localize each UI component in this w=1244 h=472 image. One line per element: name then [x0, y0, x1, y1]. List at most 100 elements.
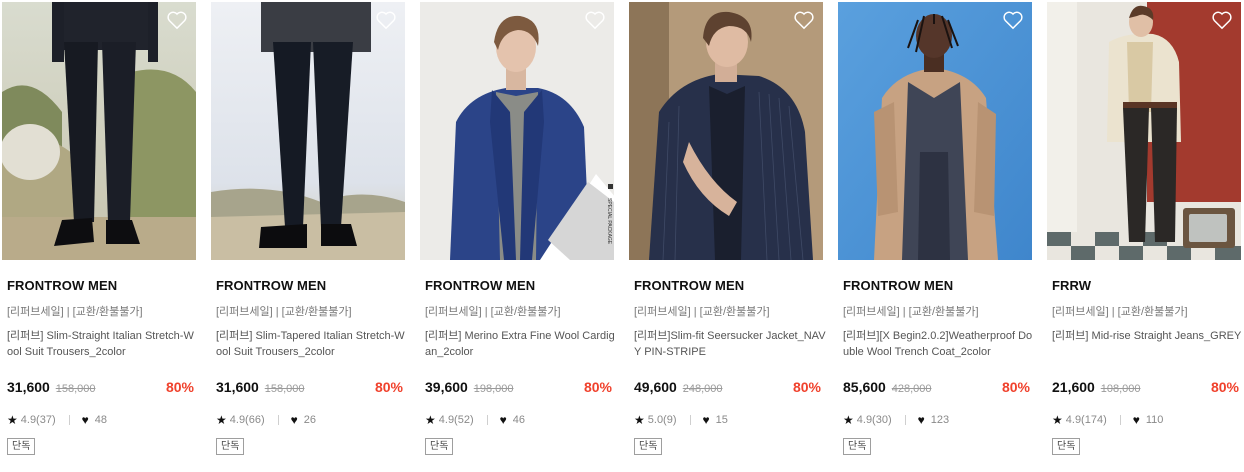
heart-filled-icon: ♥ — [1132, 413, 1140, 427]
discount-rate: 80% — [165, 379, 194, 395]
product-image[interactable]: SPECIAL PACKAGE — [420, 2, 614, 260]
product-stats: ★ 5.0(9) ♥ 15 — [634, 414, 728, 426]
product-image[interactable] — [629, 2, 823, 260]
rating: 5.0(9) — [647, 414, 677, 426]
price: 31,600 158,000 — [216, 379, 304, 395]
product-name[interactable]: [리퍼브] Slim-Tapered Italian Stretch-Wool … — [216, 328, 408, 362]
heart-filled-icon: ♥ — [702, 413, 710, 427]
product-stats: ★ 4.9(52) ♥ 46 — [425, 414, 525, 426]
sale-notice: [리퍼브세일] | [교환/환불불가] — [7, 306, 143, 318]
rating: 4.9(52) — [438, 414, 474, 426]
brand-name[interactable]: FRONTROW MEN — [843, 278, 953, 293]
star-icon: ★ — [216, 413, 227, 427]
divider — [689, 415, 691, 425]
exclusive-badge: 단독 — [634, 438, 663, 455]
star-icon: ★ — [634, 413, 645, 427]
like-count: 110 — [1145, 414, 1164, 426]
product-card[interactable]: FRONTROW MEN [리퍼브세일] | [교환/환불불가] [리퍼브]Sl… — [627, 0, 826, 472]
product-card[interactable]: FRONTROW MEN [리퍼브세일] | [교환/환불불가] [리퍼브] S… — [209, 0, 405, 472]
wishlist-heart-icon[interactable] — [584, 10, 606, 30]
brand-name[interactable]: FRONTROW MEN — [7, 278, 117, 293]
product-name[interactable]: [리퍼브] Mid-rise Straight Jeans_GREY — [1052, 328, 1244, 362]
heart-filled-icon: ♥ — [499, 413, 507, 427]
product-name[interactable]: [리퍼브][X Begin2.0.2]Weatherproof Double W… — [843, 328, 1035, 362]
star-icon: ★ — [1052, 413, 1063, 427]
wishlist-heart-icon[interactable] — [166, 10, 188, 30]
rating: 4.9(30) — [856, 414, 892, 426]
discount-rate: 80% — [583, 379, 612, 395]
exclusive-badge: 단독 — [843, 438, 872, 455]
star-icon: ★ — [843, 413, 854, 427]
product-card[interactable]: FRONTROW MEN [리퍼브세일] | [교환/환불불가] [리퍼브] S… — [0, 0, 196, 472]
like-count: 26 — [303, 414, 316, 426]
rating: 4.9(37) — [20, 414, 56, 426]
original-price: 158,000 — [264, 383, 305, 395]
product-image[interactable] — [2, 2, 196, 260]
product-image[interactable] — [838, 2, 1032, 260]
price: 39,600 198,000 — [425, 379, 513, 395]
product-image[interactable] — [1047, 2, 1241, 260]
sale-price: 31,600 — [216, 379, 259, 395]
original-price: 158,000 — [55, 383, 96, 395]
product-name[interactable]: [리퍼브] Merino Extra Fine Wool Cardigan_2c… — [425, 328, 617, 362]
sale-notice: [리퍼브세일] | [교환/환불불가] — [634, 306, 770, 318]
sale-notice: [리퍼브세일] | [교환/환불불가] — [425, 306, 561, 318]
sale-price: 31,600 — [7, 379, 50, 395]
rating: 4.9(174) — [1065, 414, 1107, 426]
price: 85,600 428,000 — [843, 379, 931, 395]
exclusive-badge: 단독 — [7, 438, 36, 455]
star-icon: ★ — [7, 413, 18, 427]
heart-filled-icon: ♥ — [917, 413, 925, 427]
sale-notice: [리퍼브세일] | [교환/환불불가] — [216, 306, 352, 318]
heart-filled-icon: ♥ — [290, 413, 298, 427]
discount-rate: 80% — [374, 379, 403, 395]
star-icon: ★ — [425, 413, 436, 427]
brand-name[interactable]: FRONTROW MEN — [634, 278, 744, 293]
wishlist-heart-icon[interactable] — [1211, 10, 1233, 30]
price: 49,600 248,000 — [634, 379, 722, 395]
sale-price: 49,600 — [634, 379, 677, 395]
product-stats: ★ 4.9(174) ♥ 110 — [1052, 414, 1163, 426]
brand-name[interactable]: FRONTROW MEN — [425, 278, 535, 293]
discount-rate: 80% — [1210, 379, 1239, 395]
like-count: 46 — [512, 414, 525, 426]
original-price: 428,000 — [891, 383, 932, 395]
product-card[interactable]: FRRW [리퍼브세일] | [교환/환불불가] [리퍼브] Mid-rise … — [1045, 0, 1241, 472]
wishlist-heart-icon[interactable] — [1002, 10, 1024, 30]
brand-name[interactable]: FRRW — [1052, 278, 1091, 293]
divider — [1119, 415, 1121, 425]
divider — [277, 415, 279, 425]
original-price: 248,000 — [682, 383, 723, 395]
original-price: 108,000 — [1100, 383, 1141, 395]
package-label: SPECIAL PACKAGE — [606, 198, 612, 245]
like-count: 123 — [930, 414, 950, 426]
product-name[interactable]: [리퍼브] Slim-Straight Italian Stretch-Wool… — [7, 328, 199, 362]
discount-rate: 80% — [1001, 379, 1030, 395]
product-card[interactable]: FRONTROW MEN [리퍼브세일] | [교환/환불불가] [리퍼브][X… — [836, 0, 1032, 472]
brand-name[interactable]: FRONTROW MEN — [216, 278, 326, 293]
wishlist-heart-icon[interactable] — [375, 10, 397, 30]
divider — [68, 415, 70, 425]
discount-rate: 80% — [792, 379, 821, 395]
exclusive-badge: 단독 — [216, 438, 245, 455]
sale-price: 21,600 — [1052, 379, 1095, 395]
sale-notice: [리퍼브세일] | [교환/환불불가] — [1052, 306, 1188, 318]
product-stats: ★ 4.9(30) ♥ 123 — [843, 414, 949, 426]
divider — [486, 415, 488, 425]
product-name[interactable]: [리퍼브]Slim-fit Seersucker Jacket_NAVY PIN… — [634, 328, 826, 362]
rating: 4.9(66) — [229, 414, 265, 426]
product-image[interactable] — [211, 2, 405, 260]
product-grid: FRONTROW MEN [리퍼브세일] | [교환/환불불가] [리퍼브] S… — [0, 0, 1244, 472]
product-stats: ★ 4.9(66) ♥ 26 — [216, 414, 316, 426]
sale-price: 39,600 — [425, 379, 468, 395]
original-price: 198,000 — [473, 383, 514, 395]
product-card[interactable]: SPECIAL PACKAGE FRONTROW MEN [리퍼브세일] | [… — [418, 0, 617, 472]
exclusive-badge: 단독 — [1052, 438, 1081, 455]
heart-filled-icon: ♥ — [81, 413, 89, 427]
divider — [904, 415, 906, 425]
price: 31,600 158,000 — [7, 379, 95, 395]
like-count: 48 — [94, 414, 107, 426]
product-stats: ★ 4.9(37) ♥ 48 — [7, 414, 107, 426]
exclusive-badge: 단독 — [425, 438, 454, 455]
wishlist-heart-icon[interactable] — [793, 10, 815, 30]
